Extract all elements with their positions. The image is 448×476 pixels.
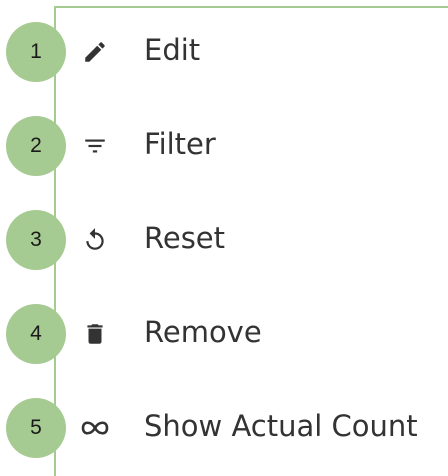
context-menu-screenshot: 1 Edit 2 Filter 3 Reset 4 Remove 5 Show … <box>0 0 448 476</box>
menu-item-label: Edit <box>144 33 201 67</box>
menu-item-label: Reset <box>144 221 226 255</box>
trash-icon <box>78 317 112 351</box>
reset-icon <box>78 223 112 257</box>
menu-item-label: Show Actual Count <box>144 409 418 443</box>
callout-badge: 3 <box>6 210 66 270</box>
menu-item-edit[interactable]: 1 Edit <box>0 2 448 96</box>
callout-badge: 2 <box>6 116 66 176</box>
pencil-icon <box>78 35 112 69</box>
menu-item-reset[interactable]: 3 Reset <box>0 190 448 284</box>
menu-item-label: Remove <box>144 315 262 349</box>
menu-item-remove[interactable]: 4 Remove <box>0 284 448 378</box>
callout-badge: 5 <box>6 398 66 458</box>
callout-badge: 1 <box>6 22 66 82</box>
menu-item-label: Filter <box>144 127 216 161</box>
callout-badge: 4 <box>6 304 66 364</box>
infinity-icon <box>78 411 112 445</box>
filter-icon <box>78 129 112 163</box>
menu-item-show-actual-count[interactable]: 5 Show Actual Count <box>0 378 448 472</box>
menu-item-filter[interactable]: 2 Filter <box>0 96 448 190</box>
